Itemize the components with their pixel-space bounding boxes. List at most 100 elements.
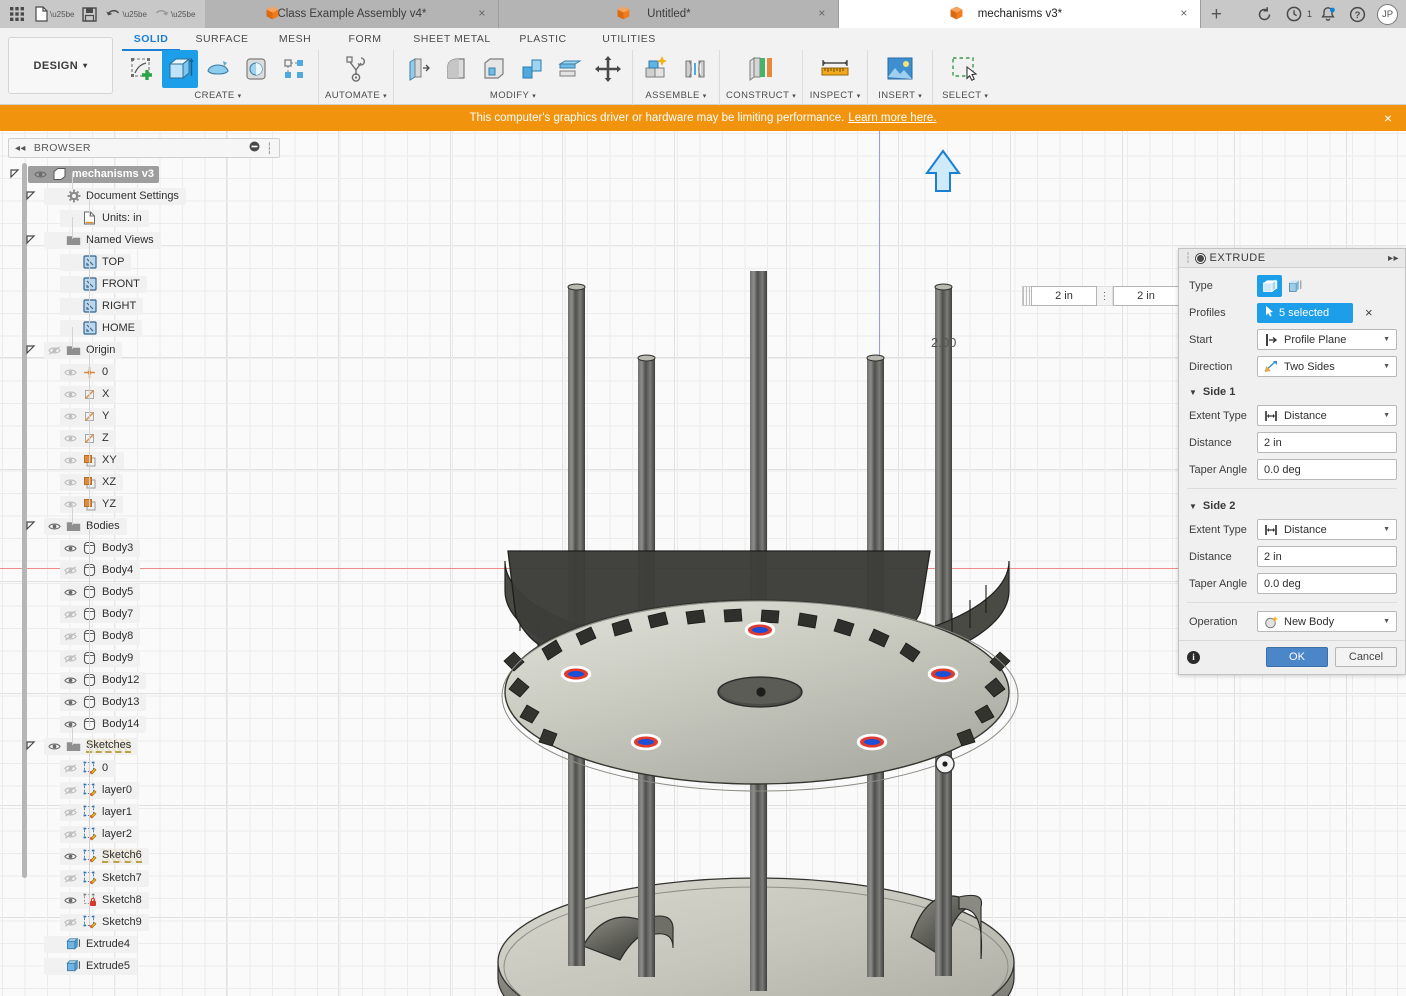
tree-item-sketch7[interactable]: Sketch7 xyxy=(8,867,280,889)
tree-item-layer2[interactable]: layer2 xyxy=(8,823,280,845)
sweep-button[interactable] xyxy=(238,50,274,88)
tree-item-body3[interactable]: Body3 xyxy=(8,537,280,559)
ribbon-tab-sheet-metal[interactable]: SHEET METAL xyxy=(404,30,500,49)
visibility-eye-icon[interactable] xyxy=(63,499,77,510)
new-file-icon[interactable] xyxy=(30,1,52,27)
expand-arrow-icon[interactable] xyxy=(10,169,21,180)
new-document-tab-button[interactable]: + xyxy=(1201,0,1231,28)
save-icon[interactable] xyxy=(78,1,100,27)
visibility-eye-icon[interactable] xyxy=(63,851,77,862)
visibility-eye-icon[interactable] xyxy=(63,719,77,730)
visibility-eye-icon[interactable] xyxy=(47,345,61,356)
tree-item-sketches[interactable]: Sketches xyxy=(8,735,280,757)
press-pull-button[interactable] xyxy=(400,50,436,88)
side2-distance-input[interactable]: 2 in xyxy=(1257,546,1397,567)
tree-item-y[interactable]: Y xyxy=(8,405,280,427)
tree-item-layer0[interactable]: layer0 xyxy=(8,779,280,801)
operation-dropdown[interactable]: New Body ▼ xyxy=(1257,611,1397,632)
ok-button[interactable]: OK xyxy=(1266,647,1328,667)
dimension-input-2[interactable]: 2 in xyxy=(1113,286,1179,306)
app-grid-icon[interactable] xyxy=(6,1,28,27)
document-tab-close-icon[interactable]: × xyxy=(1177,7,1190,20)
visibility-eye-icon[interactable] xyxy=(63,609,77,620)
visibility-eye-icon[interactable] xyxy=(63,675,77,686)
ribbon-tab-utilities[interactable]: UTILITIES xyxy=(586,30,672,49)
tree-item-home[interactable]: HOME xyxy=(8,317,280,339)
automate-button[interactable] xyxy=(334,50,378,88)
tree-item-named-views[interactable]: Named Views xyxy=(8,229,280,251)
dimension-bar-grip[interactable] xyxy=(1022,286,1031,306)
tree-item-extrude4[interactable]: Extrude4 xyxy=(8,933,280,955)
tree-item-origin[interactable]: Origin xyxy=(8,339,280,361)
visibility-eye-icon[interactable] xyxy=(63,367,77,378)
tree-item-sketch9[interactable]: Sketch9 xyxy=(8,911,280,933)
dimension-menu-1-icon[interactable]: ⋮ xyxy=(1097,286,1113,306)
help-icon[interactable]: ? xyxy=(1344,1,1370,27)
panel-create-label[interactable]: CREATE▾ xyxy=(194,90,241,101)
expand-arrow-icon[interactable] xyxy=(26,191,37,202)
side2-extent-dropdown[interactable]: Distance ▼ xyxy=(1257,519,1397,540)
side2-taper-input[interactable]: 0.0 deg xyxy=(1257,573,1397,594)
visibility-eye-icon[interactable] xyxy=(63,455,77,466)
dialog-grip-icon[interactable]: ┆ xyxy=(1185,253,1192,264)
visibility-eye-icon[interactable] xyxy=(63,895,77,906)
undo-caret-icon[interactable]: \u25be xyxy=(122,10,148,19)
ribbon-tab-surface[interactable]: SURFACE xyxy=(180,30,264,49)
measure-button[interactable] xyxy=(809,50,861,88)
type-profile-button[interactable] xyxy=(1257,275,1282,297)
visibility-eye-icon[interactable] xyxy=(63,477,77,488)
tree-item-sketch8[interactable]: Sketch8 xyxy=(8,889,280,911)
ribbon-tab-solid[interactable]: SOLID xyxy=(122,30,180,51)
ribbon-tab-plastic[interactable]: PLASTIC xyxy=(500,30,586,49)
document-tab-2[interactable]: mechanisms v3* × xyxy=(839,0,1201,28)
dialog-expand-icon[interactable]: ▸▸ xyxy=(1388,253,1399,264)
tree-item-document-settings[interactable]: Document Settings xyxy=(8,185,280,207)
visibility-eye-icon[interactable] xyxy=(63,631,77,642)
dimension-input-1[interactable]: 2 in xyxy=(1031,286,1097,306)
profiles-clear-icon[interactable]: × xyxy=(1365,305,1373,320)
notification-bell-icon[interactable] xyxy=(1315,1,1341,27)
redo-caret-icon[interactable]: \u25be xyxy=(171,10,197,19)
tree-item-body12[interactable]: Body12 xyxy=(8,669,280,691)
tree-item-xy[interactable]: XY xyxy=(8,449,280,471)
panel-inspect-label[interactable]: INSPECT▾ xyxy=(810,90,861,101)
visibility-eye-icon[interactable] xyxy=(63,411,77,422)
type-thin-extrude-button[interactable] xyxy=(1282,275,1307,297)
side1-taper-input[interactable]: 0.0 deg xyxy=(1257,459,1397,480)
visibility-eye-icon[interactable] xyxy=(63,829,77,840)
tree-item-layer1[interactable]: layer1 xyxy=(8,801,280,823)
learn-more-link[interactable]: Learn more here. xyxy=(848,112,936,124)
tree-item-0[interactable]: 0 xyxy=(8,361,280,383)
warning-close-icon[interactable]: × xyxy=(1384,110,1392,126)
job-status-icon[interactable] xyxy=(1281,1,1307,27)
visibility-eye-icon[interactable] xyxy=(63,807,77,818)
avatar[interactable]: JP xyxy=(1377,4,1398,25)
tree-item-top[interactable]: TOP xyxy=(8,251,280,273)
panel-modify-label[interactable]: MODIFY▾ xyxy=(490,90,536,101)
document-tab-close-icon[interactable]: × xyxy=(815,7,828,20)
visibility-eye-icon[interactable] xyxy=(63,873,77,884)
tree-item-body4[interactable]: Body4 xyxy=(8,559,280,581)
split-body-button[interactable] xyxy=(552,50,588,88)
new-component-button[interactable] xyxy=(639,50,675,88)
visibility-eye-icon[interactable] xyxy=(63,785,77,796)
refresh-icon[interactable] xyxy=(1252,1,1278,27)
extrude-dialog-titlebar[interactable]: ┆ EXTRUDE ▸▸ xyxy=(1179,249,1405,268)
side1-section-header[interactable]: ▼ Side 1 xyxy=(1179,380,1405,402)
visibility-eye-icon[interactable] xyxy=(63,565,77,576)
expand-arrow-icon[interactable] xyxy=(26,345,37,356)
expand-arrow-icon[interactable] xyxy=(26,235,37,246)
browser-minimize-icon[interactable] xyxy=(249,141,260,155)
cancel-button[interactable]: Cancel xyxy=(1335,647,1397,667)
visibility-eye-icon[interactable] xyxy=(63,917,77,928)
browser-resize-grip-icon[interactable]: ┆ xyxy=(266,142,273,155)
document-tab-close-icon[interactable]: × xyxy=(475,7,488,20)
tree-item-0[interactable]: 0 xyxy=(8,757,280,779)
workspace-switcher-button[interactable]: DESIGN ▾ xyxy=(8,37,113,94)
panel-automate-label[interactable]: AUTOMATE▾ xyxy=(325,90,387,101)
document-tab-0[interactable]: Class Example Assembly v4* × xyxy=(205,0,499,28)
redo-icon[interactable] xyxy=(151,1,173,27)
insert-image-button[interactable] xyxy=(874,50,926,88)
visibility-eye-icon[interactable] xyxy=(33,169,47,180)
tree-item-body13[interactable]: Body13 xyxy=(8,691,280,713)
